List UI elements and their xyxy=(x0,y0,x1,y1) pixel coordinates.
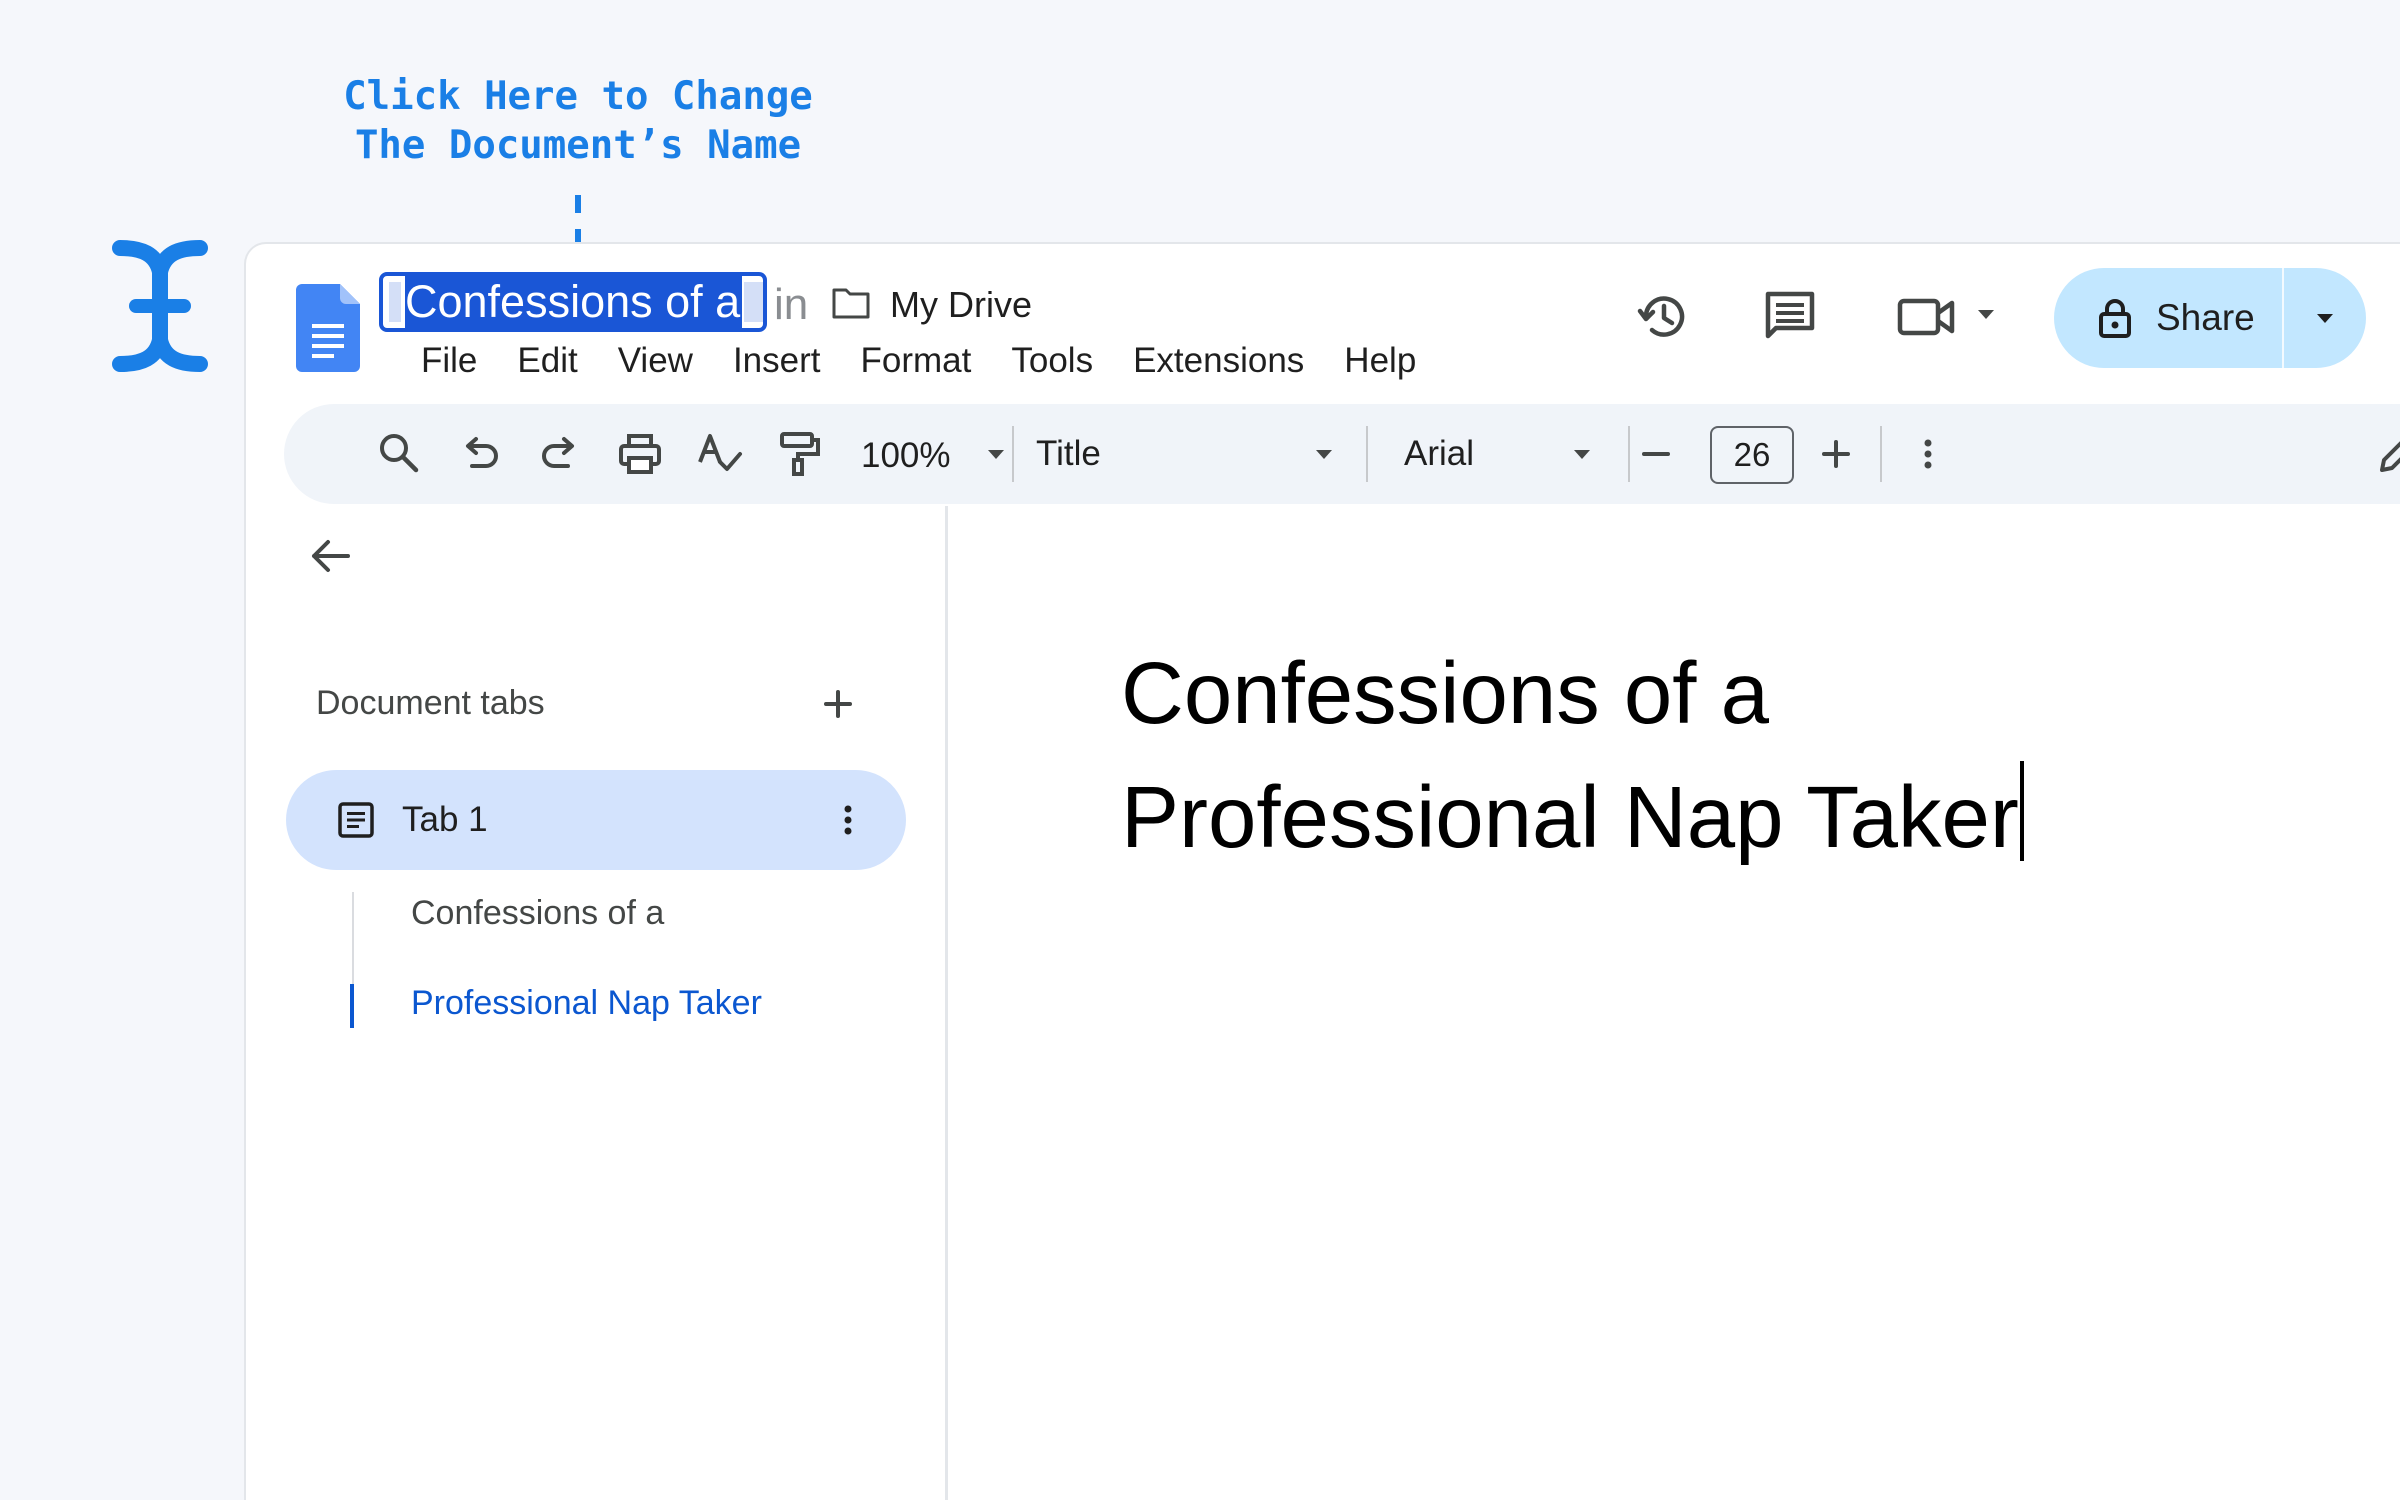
formatting-toolbar: 100% Title Arial 26 xyxy=(284,404,2400,504)
undo-icon[interactable] xyxy=(454,428,506,480)
document-canvas[interactable]: Confessions of a Professional Nap Taker xyxy=(1121,632,2024,880)
outline-item-heading-1[interactable]: Confessions of a xyxy=(411,894,664,933)
print-icon[interactable] xyxy=(614,428,666,480)
chevron-down-icon[interactable] xyxy=(1974,302,1998,326)
outline-item-heading-2[interactable]: Professional Nap Taker xyxy=(411,984,762,1023)
add-tab-icon[interactable] xyxy=(818,684,858,724)
share-label: Share xyxy=(2156,297,2255,338)
document-title-input[interactable]: Confessions of a xyxy=(379,272,767,332)
menu-tools[interactable]: Tools xyxy=(991,336,1113,386)
annotation-line-2: The Document’s Name xyxy=(354,123,802,168)
more-options-icon[interactable] xyxy=(1902,428,1954,480)
share-divider xyxy=(2282,268,2284,368)
increase-font-size-icon[interactable] xyxy=(1810,428,1862,480)
menu-edit[interactable]: Edit xyxy=(497,336,597,386)
chevron-down-icon[interactable] xyxy=(1312,442,1336,466)
document-icon xyxy=(338,802,374,838)
arrow-back-icon[interactable] xyxy=(306,532,354,580)
text-caret xyxy=(2019,761,2024,861)
lock-icon xyxy=(2099,299,2131,338)
selection-handle-end xyxy=(744,282,763,322)
toolbar-divider xyxy=(1366,426,1368,482)
redo-icon[interactable] xyxy=(534,428,586,480)
toolbar-divider xyxy=(1880,426,1882,482)
chevron-down-icon[interactable] xyxy=(1570,442,1594,466)
tab-label: Tab 1 xyxy=(402,800,488,839)
share-main-area[interactable]: Share xyxy=(2054,268,2282,368)
document-title-line-2: Professional Nap Taker xyxy=(1121,769,2019,866)
search-icon[interactable] xyxy=(374,428,426,480)
font-family-select[interactable]: Arial xyxy=(1404,434,1474,474)
toolbar-divider xyxy=(1012,426,1014,482)
menu-help[interactable]: Help xyxy=(1324,336,1436,386)
outline-active-indicator xyxy=(350,984,354,1028)
pencil-icon[interactable] xyxy=(2372,428,2400,480)
tab-item-tab-1[interactable]: Tab 1 xyxy=(286,770,906,870)
menu-file[interactable]: File xyxy=(401,336,497,386)
paragraph-style-select[interactable]: Title xyxy=(1036,434,1101,474)
decrease-font-size-icon[interactable] xyxy=(1630,428,1682,480)
document-tabs-heading: Document tabs xyxy=(316,684,545,722)
menu-insert[interactable]: Insert xyxy=(713,336,841,386)
menu-format[interactable]: Format xyxy=(841,336,992,386)
font-size-input[interactable]: 26 xyxy=(1710,426,1794,484)
chevron-down-icon[interactable] xyxy=(984,442,1008,466)
document-title-line-1: Confessions of a xyxy=(1121,645,1770,742)
sidebar-divider xyxy=(945,506,948,1500)
annotation-line-1: Click Here to Change xyxy=(343,74,813,119)
annotation-callout: Click Here to Change The Document’s Name xyxy=(330,72,826,170)
document-title-text: Confessions of a xyxy=(405,276,743,328)
paint-format-icon[interactable] xyxy=(774,428,826,480)
spellcheck-icon[interactable] xyxy=(694,428,746,480)
document-title-line-2-wrap: Professional Nap Taker xyxy=(1121,756,2024,880)
zoom-select-value[interactable]: 100% xyxy=(861,436,951,476)
location-prefix: in xyxy=(774,280,809,329)
menu-bar: File Edit View Insert Format Tools Exten… xyxy=(401,336,1436,386)
google-docs-icon[interactable] xyxy=(296,284,360,372)
drive-location-link[interactable]: My Drive xyxy=(890,284,1032,326)
chevron-down-icon xyxy=(2317,314,2333,323)
share-options-button[interactable] xyxy=(2284,268,2366,368)
more-vert-icon[interactable] xyxy=(826,798,870,842)
share-button[interactable]: Share xyxy=(2054,268,2366,368)
menu-extensions[interactable]: Extensions xyxy=(1113,336,1324,386)
comments-icon[interactable] xyxy=(1762,288,1818,344)
folder-icon[interactable] xyxy=(831,286,871,320)
menu-view[interactable]: View xyxy=(598,336,713,386)
version-history-icon[interactable] xyxy=(1636,289,1692,345)
text-cursor-logo-icon xyxy=(112,240,208,372)
video-camera-icon[interactable] xyxy=(1896,289,1960,345)
docs-window: Confessions of a in My Drive File Edit V… xyxy=(244,242,2400,1500)
selection-handle-start xyxy=(389,282,401,322)
